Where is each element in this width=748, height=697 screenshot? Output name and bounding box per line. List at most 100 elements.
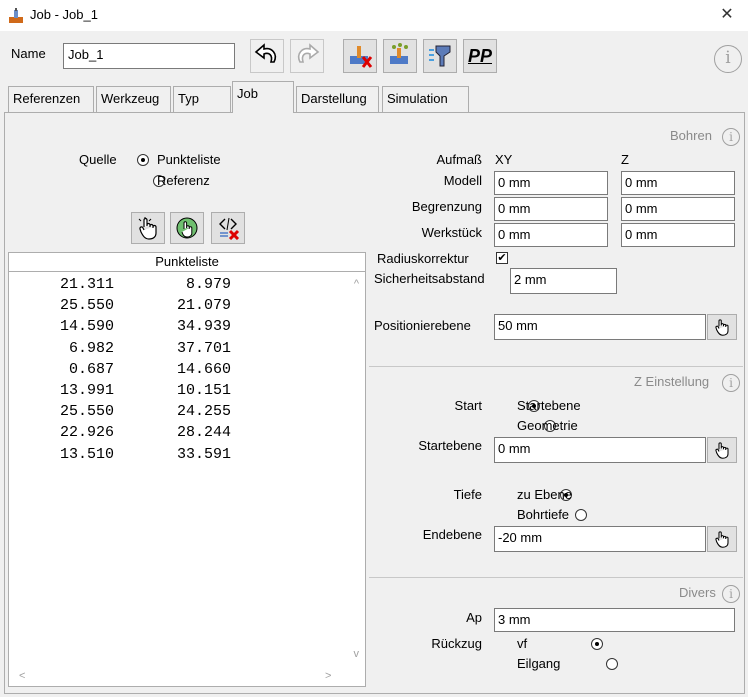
list-item[interactable]: 14.590 34.939 bbox=[9, 318, 239, 339]
tiefe-zu-ebene-label[interactable]: zu Ebene bbox=[517, 487, 572, 502]
list-item[interactable]: 6.982 37.701 bbox=[9, 340, 239, 361]
radiuskorrektur-checkbox[interactable]: ✔ bbox=[496, 252, 508, 264]
undo-button[interactable] bbox=[250, 39, 284, 73]
list-item[interactable]: 25.550 24.255 bbox=[9, 403, 239, 424]
point-x-value: 13.991 bbox=[59, 382, 114, 399]
pointlist-box[interactable]: 21.311 8.979 25.550 21.079 14.590 34.939 6.982… bbox=[8, 271, 366, 687]
modell-label: Modell bbox=[443, 173, 482, 188]
point-x-value: 0.687 bbox=[68, 360, 114, 378]
name-label: Name bbox=[11, 46, 46, 61]
ap-label: Ap bbox=[466, 610, 482, 625]
tiefe-label: Tiefe bbox=[453, 487, 482, 502]
bohren-info-icon[interactable]: i bbox=[722, 128, 740, 146]
redo-icon bbox=[297, 43, 320, 63]
radiuskorrektur-label: Radiuskorrektur bbox=[377, 251, 469, 266]
quelle-label: Quelle bbox=[79, 152, 117, 167]
sicherheitsabstand-label: Sicherheitsabstand bbox=[374, 271, 485, 286]
scroll-up-arrow[interactable]: ^ bbox=[354, 278, 359, 290]
tab-typ[interactable]: Typ bbox=[173, 86, 231, 112]
startebene-label: Startebene bbox=[418, 438, 482, 453]
delete-job-button[interactable] bbox=[343, 39, 377, 73]
aufmass-xy-header: XY bbox=[495, 152, 513, 167]
point-y-value: 28.244 bbox=[176, 424, 231, 442]
close-button[interactable]: ✕ bbox=[714, 4, 740, 26]
point-x-value: 25.550 bbox=[59, 297, 114, 315]
tab-darstellung[interactable]: Darstellung bbox=[296, 86, 379, 112]
undo-icon bbox=[254, 43, 277, 63]
hand-geometry-icon bbox=[176, 217, 198, 239]
startebene-input[interactable]: 0 mm bbox=[494, 437, 706, 463]
list-item[interactable]: 21.311 8.979 bbox=[9, 276, 239, 297]
list-item[interactable]: 22.926 28.244 bbox=[9, 424, 239, 445]
modell-xy-input[interactable]: 0 mm bbox=[494, 171, 608, 195]
bohren-section-title: Bohren bbox=[670, 128, 712, 143]
point-x-value: 14.590 bbox=[59, 318, 114, 336]
startebene-pick-button[interactable] bbox=[707, 437, 737, 463]
positionierebene-input[interactable]: 50 mm bbox=[494, 314, 706, 340]
pick-points-button[interactable] bbox=[131, 212, 165, 244]
werkstueck-xy-input[interactable]: 0 mm bbox=[494, 223, 608, 247]
quelle-punkteliste-radio[interactable] bbox=[137, 154, 149, 166]
rueckzug-label: Rückzug bbox=[431, 636, 482, 651]
tab-referenzen[interactable]: Referenzen bbox=[8, 86, 94, 112]
postprocessor-label: PP bbox=[467, 45, 492, 66]
list-item[interactable]: 0.687 14.660 bbox=[9, 361, 239, 382]
scroll-left-arrow[interactable]: < bbox=[19, 670, 25, 682]
list-delete-icon bbox=[219, 217, 240, 240]
section-divider bbox=[369, 577, 743, 578]
point-x-value: 25.550 bbox=[59, 403, 114, 421]
quelle-punkteliste-label[interactable]: Punkteliste bbox=[157, 152, 221, 167]
job-app-icon bbox=[8, 8, 24, 24]
modell-z-input[interactable]: 0 mm bbox=[621, 171, 735, 195]
tab-simulation[interactable]: Simulation bbox=[382, 86, 469, 112]
redo-button[interactable] bbox=[290, 39, 324, 73]
werkstueck-z-input[interactable]: 0 mm bbox=[621, 223, 735, 247]
start-geometrie-label[interactable]: Geometrie bbox=[517, 418, 578, 433]
hand-pointer-icon bbox=[715, 531, 729, 548]
quelle-referenz-label[interactable]: Referenz bbox=[157, 173, 210, 188]
sicherheitsabstand-input[interactable]: 2 mm bbox=[510, 268, 617, 294]
point-x-value: 6.982 bbox=[68, 339, 114, 357]
scroll-right-arrow[interactable]: > bbox=[325, 670, 331, 682]
divers-section-title: Divers bbox=[679, 585, 716, 600]
tiefe-bohrtiefe-label[interactable]: Bohrtiefe bbox=[517, 507, 569, 522]
rueckzug-vf-radio[interactable] bbox=[590, 638, 603, 650]
ap-input[interactable]: 3 mm bbox=[494, 608, 735, 632]
pointlist-header: Punkteliste bbox=[8, 252, 366, 272]
point-x-value: 13.510 bbox=[59, 445, 114, 463]
begrenzung-z-input[interactable]: 0 mm bbox=[621, 197, 735, 221]
begrenzung-xy-input[interactable]: 0 mm bbox=[494, 197, 608, 221]
drill-delete-icon bbox=[350, 46, 373, 68]
drill-points-button[interactable] bbox=[383, 39, 417, 73]
rueckzug-vf-label[interactable]: vf bbox=[517, 636, 527, 651]
positionierebene-label: Positionierebene bbox=[374, 318, 471, 333]
pick-geometry-button[interactable] bbox=[170, 212, 204, 244]
divers-info-icon[interactable]: i bbox=[722, 585, 740, 603]
tool-icon bbox=[429, 45, 451, 67]
start-startebene-label[interactable]: Startebene bbox=[517, 398, 581, 413]
positionierebene-pick-button[interactable] bbox=[707, 314, 737, 340]
begrenzung-label: Begrenzung bbox=[411, 199, 482, 214]
rueckzug-eilgang-label[interactable]: Eilgang bbox=[517, 656, 560, 671]
list-item[interactable]: 13.991 10.151 bbox=[9, 382, 239, 403]
info-icon[interactable]: i bbox=[714, 45, 742, 73]
werkstueck-label: Werkstück bbox=[421, 225, 482, 240]
scroll-down-arrow[interactable]: v bbox=[354, 648, 360, 660]
point-y-value: 10.151 bbox=[176, 382, 231, 399]
list-item[interactable]: 13.510 33.591 bbox=[9, 446, 239, 467]
point-x-value: 21.311 bbox=[59, 276, 114, 293]
title-bar: Job - Job_1 ✕ bbox=[0, 0, 748, 31]
endebene-input[interactable]: -20 mm bbox=[494, 526, 706, 552]
name-input[interactable]: Job_1 bbox=[63, 43, 235, 69]
list-item[interactable]: 25.550 21.079 bbox=[9, 297, 239, 318]
clear-points-button[interactable] bbox=[211, 212, 245, 244]
hand-pointer-icon bbox=[138, 217, 157, 240]
endebene-pick-button[interactable] bbox=[707, 526, 737, 552]
tool-button[interactable] bbox=[423, 39, 457, 73]
z-einstellung-info-icon[interactable]: i bbox=[722, 374, 740, 392]
tab-werkzeug[interactable]: Werkzeug bbox=[96, 86, 171, 112]
z-einstellung-section-title: Z Einstellung bbox=[634, 374, 710, 389]
point-y-value: 21.079 bbox=[176, 297, 231, 315]
postprocessor-button[interactable]: PP bbox=[463, 39, 497, 73]
tab-job[interactable]: Job bbox=[232, 81, 294, 113]
